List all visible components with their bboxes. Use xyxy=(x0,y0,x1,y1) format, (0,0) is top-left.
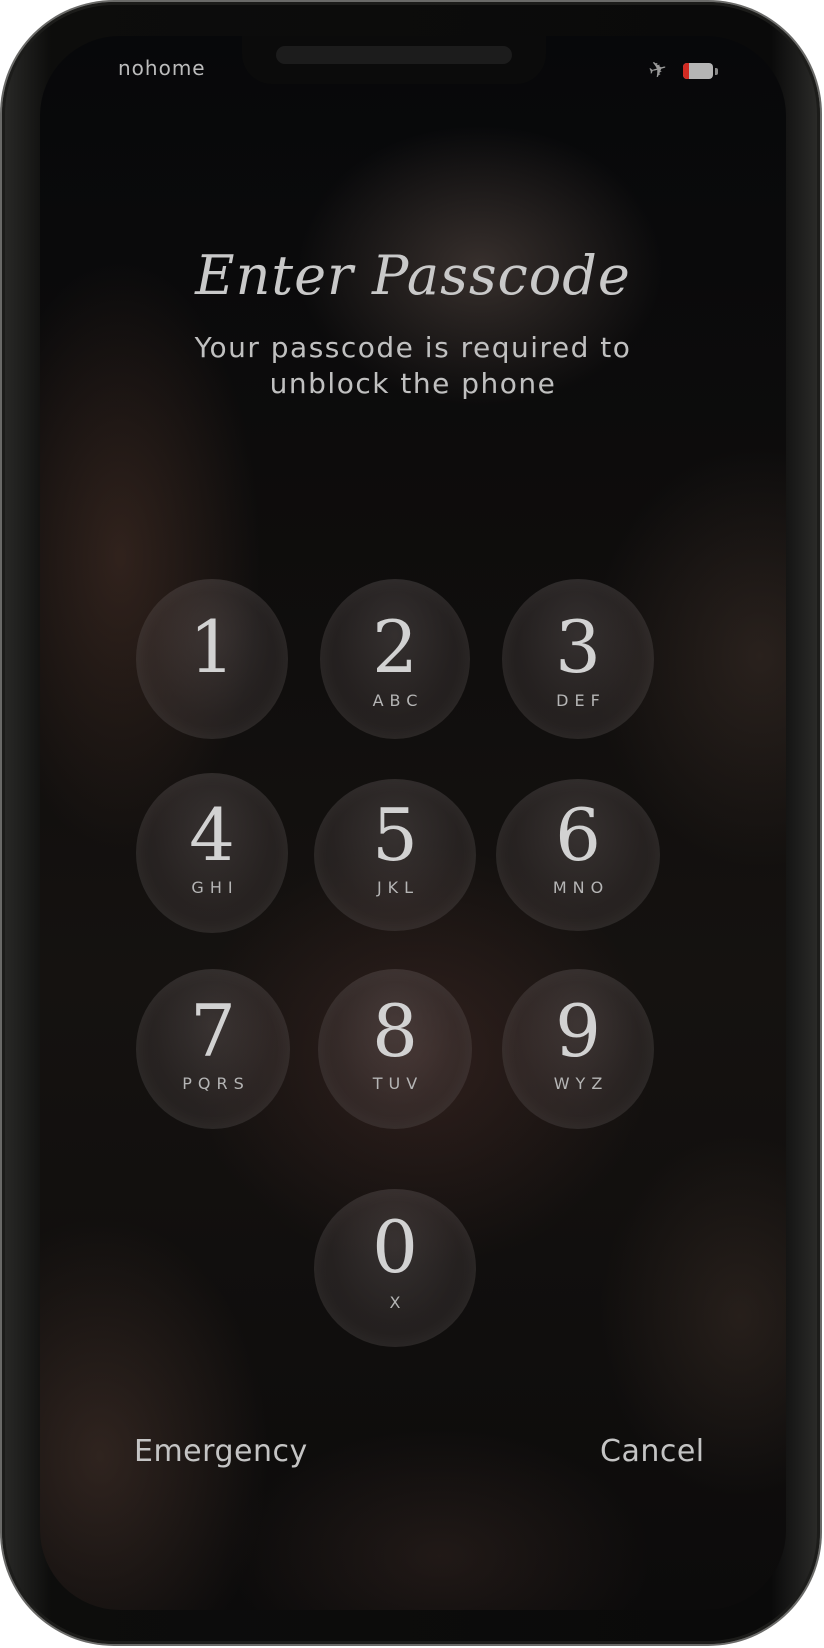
speaker-grille xyxy=(276,46,512,64)
cancel-button[interactable]: Cancel xyxy=(600,1434,705,1469)
airplane-icon: ✈ xyxy=(645,56,670,85)
lock-screen: nohome ✈ Enter Passcode Your passcode is… xyxy=(40,36,786,1610)
status-icons: ✈ xyxy=(645,56,718,85)
carrier-label: nohome xyxy=(118,56,206,80)
key-letters: GHI xyxy=(191,878,239,897)
key-letters: WYZ xyxy=(553,1074,609,1093)
key-letters: JKL xyxy=(376,878,420,897)
battery-tip xyxy=(715,67,718,75)
key-7[interactable]: 7 PQRS xyxy=(136,969,290,1129)
key-9[interactable]: 9 WYZ xyxy=(502,969,654,1129)
key-letters: TUV xyxy=(372,1074,424,1093)
battery-icon xyxy=(683,63,713,79)
key-digit: 1 xyxy=(189,605,235,689)
key-letters: X xyxy=(389,1293,407,1312)
phone-frame: nohome ✈ Enter Passcode Your passcode is… xyxy=(2,2,820,1644)
page-title: Enter Passcode xyxy=(195,244,631,307)
key-4[interactable]: 4 GHI xyxy=(136,773,288,933)
key-digit: 2 xyxy=(372,605,418,689)
key-letters: MNO xyxy=(552,878,610,897)
key-5[interactable]: 5 JKL xyxy=(314,779,476,931)
key-2[interactable]: 2 ABC xyxy=(320,579,470,739)
key-3[interactable]: 3 DEF xyxy=(502,579,654,739)
emergency-button[interactable]: Emergency xyxy=(134,1434,308,1469)
key-6[interactable]: 6 MNO xyxy=(496,779,660,931)
battery-level xyxy=(683,63,689,79)
key-letters: DEF xyxy=(556,691,606,710)
key-digit: 0 xyxy=(372,1205,418,1289)
key-digit: 4 xyxy=(189,793,235,877)
key-letters: ABC xyxy=(372,691,424,710)
key-digit: 3 xyxy=(555,605,601,689)
page-subtitle: Your passcode is required to unblock the… xyxy=(194,331,632,400)
key-1[interactable]: 1 xyxy=(136,579,288,739)
key-0[interactable]: 0 X xyxy=(314,1189,476,1347)
key-digit: 7 xyxy=(190,989,236,1073)
key-digit: 5 xyxy=(372,793,418,877)
key-digit: 9 xyxy=(555,989,601,1073)
key-digit: 8 xyxy=(372,989,418,1073)
key-8[interactable]: 8 TUV xyxy=(318,969,472,1129)
key-letters: PQRS xyxy=(182,1074,250,1093)
key-digit: 6 xyxy=(555,793,601,877)
